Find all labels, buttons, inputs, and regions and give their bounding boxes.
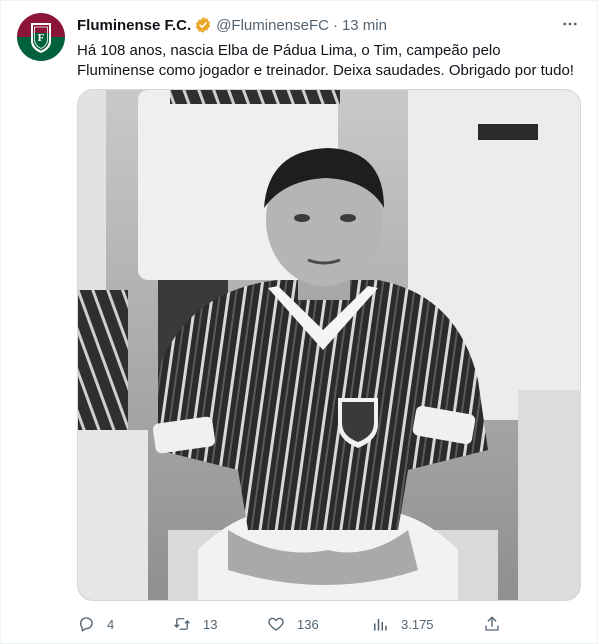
- heart-icon: [268, 617, 284, 631]
- fluminense-crest-icon: F: [17, 13, 65, 61]
- share-icon: [485, 616, 499, 631]
- player-photo: [78, 90, 580, 600]
- view-count: 3.175: [401, 616, 434, 632]
- reply-icon: [80, 617, 93, 632]
- analytics-icon: [374, 618, 387, 631]
- author-handle[interactable]: @FluminenseFC: [216, 17, 329, 34]
- separator-dot: ·: [332, 16, 338, 34]
- verified-badge-icon: [194, 16, 212, 34]
- tweet-actions: 4 13 136 3.175: [77, 611, 507, 637]
- reply-button[interactable]: 4: [77, 611, 114, 637]
- like-count: 136: [297, 616, 319, 632]
- views-button[interactable]: 3.175: [371, 611, 434, 637]
- retweet-button[interactable]: 13: [173, 611, 217, 637]
- tweet-timestamp[interactable]: 13 min: [342, 17, 387, 34]
- author-name[interactable]: Fluminense F.C.: [77, 17, 191, 34]
- tweet-header: Fluminense F.C. @FluminenseFC · 13 min: [77, 15, 387, 35]
- svg-text:F: F: [38, 32, 45, 44]
- tweet-card: F Fluminense F.C. @FluminenseFC · 13 min…: [0, 0, 598, 644]
- tweet-photo[interactable]: [77, 89, 581, 601]
- tweet-text: Há 108 anos, nascia Elba de Pádua Lima, …: [77, 42, 574, 79]
- share-button[interactable]: [483, 611, 501, 637]
- more-options-icon[interactable]: [557, 11, 583, 37]
- avatar[interactable]: F: [17, 13, 65, 61]
- retweet-icon: [174, 618, 190, 630]
- retweet-count: 13: [203, 616, 218, 632]
- reply-count: 4: [107, 616, 115, 632]
- like-button[interactable]: 136: [267, 611, 319, 637]
